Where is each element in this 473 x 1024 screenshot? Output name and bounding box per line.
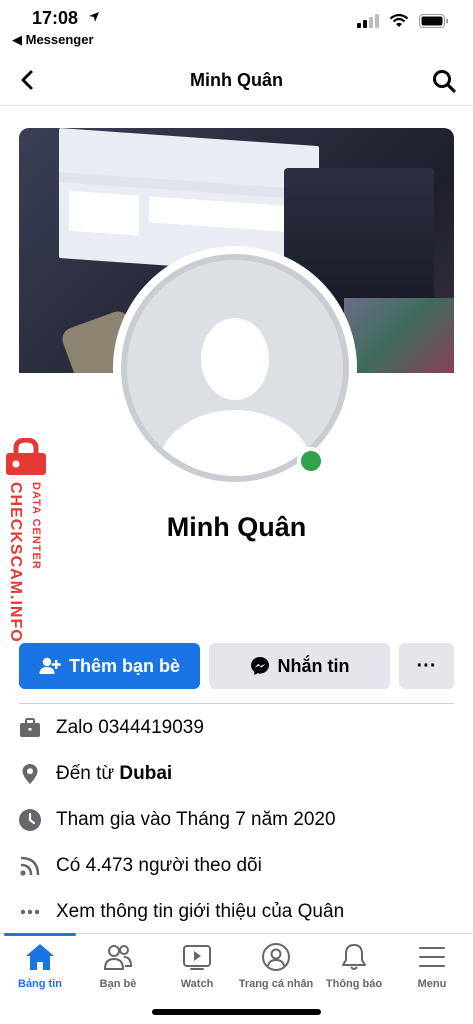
tab-notifications[interactable]: Thông báo <box>309 942 399 990</box>
add-friend-button[interactable]: Thêm bạn bè <box>19 643 200 689</box>
more-icon: ··· <box>416 654 437 677</box>
message-label: Nhắn tin <box>277 655 350 676</box>
status-time: 17:08 <box>32 8 79 28</box>
profile-icon <box>262 943 290 971</box>
wifi-icon <box>389 14 409 27</box>
home-indicator[interactable] <box>152 1009 321 1015</box>
message-button[interactable]: Nhắn tin <box>209 643 390 689</box>
cover-cards-graphic <box>344 298 454 373</box>
info-see-about[interactable]: Xem thông tin giới thiệu của Quân <box>18 897 344 927</box>
add-friend-icon <box>39 657 61 674</box>
more-options-button[interactable]: ··· <box>399 643 454 689</box>
tab-watch-label: Watch <box>180 978 214 990</box>
tab-watch[interactable]: Watch <box>152 942 242 990</box>
info-zalo: Zalo 0344419039 <box>18 713 204 743</box>
signal-icon <box>357 14 379 28</box>
bell-icon <box>342 944 366 970</box>
back-to-app-link[interactable]: ◀ Messenger <box>12 32 94 48</box>
online-status-dot <box>297 447 325 475</box>
watch-icon <box>183 945 211 970</box>
info-joined-text: Tham gia vào Tháng 7 năm 2020 <box>56 809 336 830</box>
info-from-prefix: Đến từ <box>56 763 120 784</box>
info-see-about-text: Xem thông tin giới thiệu của Quân <box>56 901 345 922</box>
messenger-icon <box>250 657 269 675</box>
info-followers-text: Có 4.473 người theo dõi <box>56 855 262 876</box>
info-zalo-text: Zalo 0344419039 <box>56 717 204 738</box>
search-icon[interactable] <box>431 68 457 94</box>
more-dots-icon <box>20 909 40 915</box>
watermark-sub: DATA CENTER <box>30 482 42 570</box>
home-icon <box>26 944 54 970</box>
location-arrow-icon <box>89 12 99 22</box>
battery-icon <box>419 14 448 28</box>
briefcase-icon <box>20 718 40 737</box>
info-from: Đến từ Dubai <box>18 759 172 789</box>
lock-icon <box>6 438 46 475</box>
info-joined: Tham gia vào Tháng 7 năm 2020 <box>18 805 336 835</box>
divider <box>19 703 454 704</box>
avatar-placeholder-body <box>157 410 313 476</box>
clock-icon <box>19 809 41 831</box>
active-tab-indicator <box>4 933 76 936</box>
watermark-brand: CHECKSCAM.INFO <box>7 482 24 643</box>
menu-icon <box>419 947 445 967</box>
add-friend-label: Thêm bạn bè <box>68 655 180 676</box>
watermark: CHECKSCAM.INFO DATA CENTER <box>2 438 50 668</box>
avatar-placeholder-head <box>201 318 269 400</box>
location-pin-icon <box>22 764 38 784</box>
tab-menu[interactable]: Menu <box>387 942 473 990</box>
page-title: Minh Quân <box>190 70 283 90</box>
info-followers[interactable]: Có 4.473 người theo dõi <box>18 851 262 881</box>
tab-notifications-label: Thông báo <box>325 978 383 990</box>
profile-header: Minh Quân <box>0 56 473 106</box>
tab-menu-label: Menu <box>417 978 447 990</box>
rss-followers-icon <box>20 856 40 876</box>
tab-friends[interactable]: Bạn bè <box>73 942 163 990</box>
tab-friends-label: Bạn bè <box>99 978 137 990</box>
info-from-place[interactable]: Dubai <box>119 763 172 785</box>
status-bar: 17:08 ◀ Messenger <box>0 0 473 50</box>
profile-name: Minh Quân <box>166 512 307 542</box>
system-icons <box>357 14 449 28</box>
friends-icon <box>103 945 133 970</box>
